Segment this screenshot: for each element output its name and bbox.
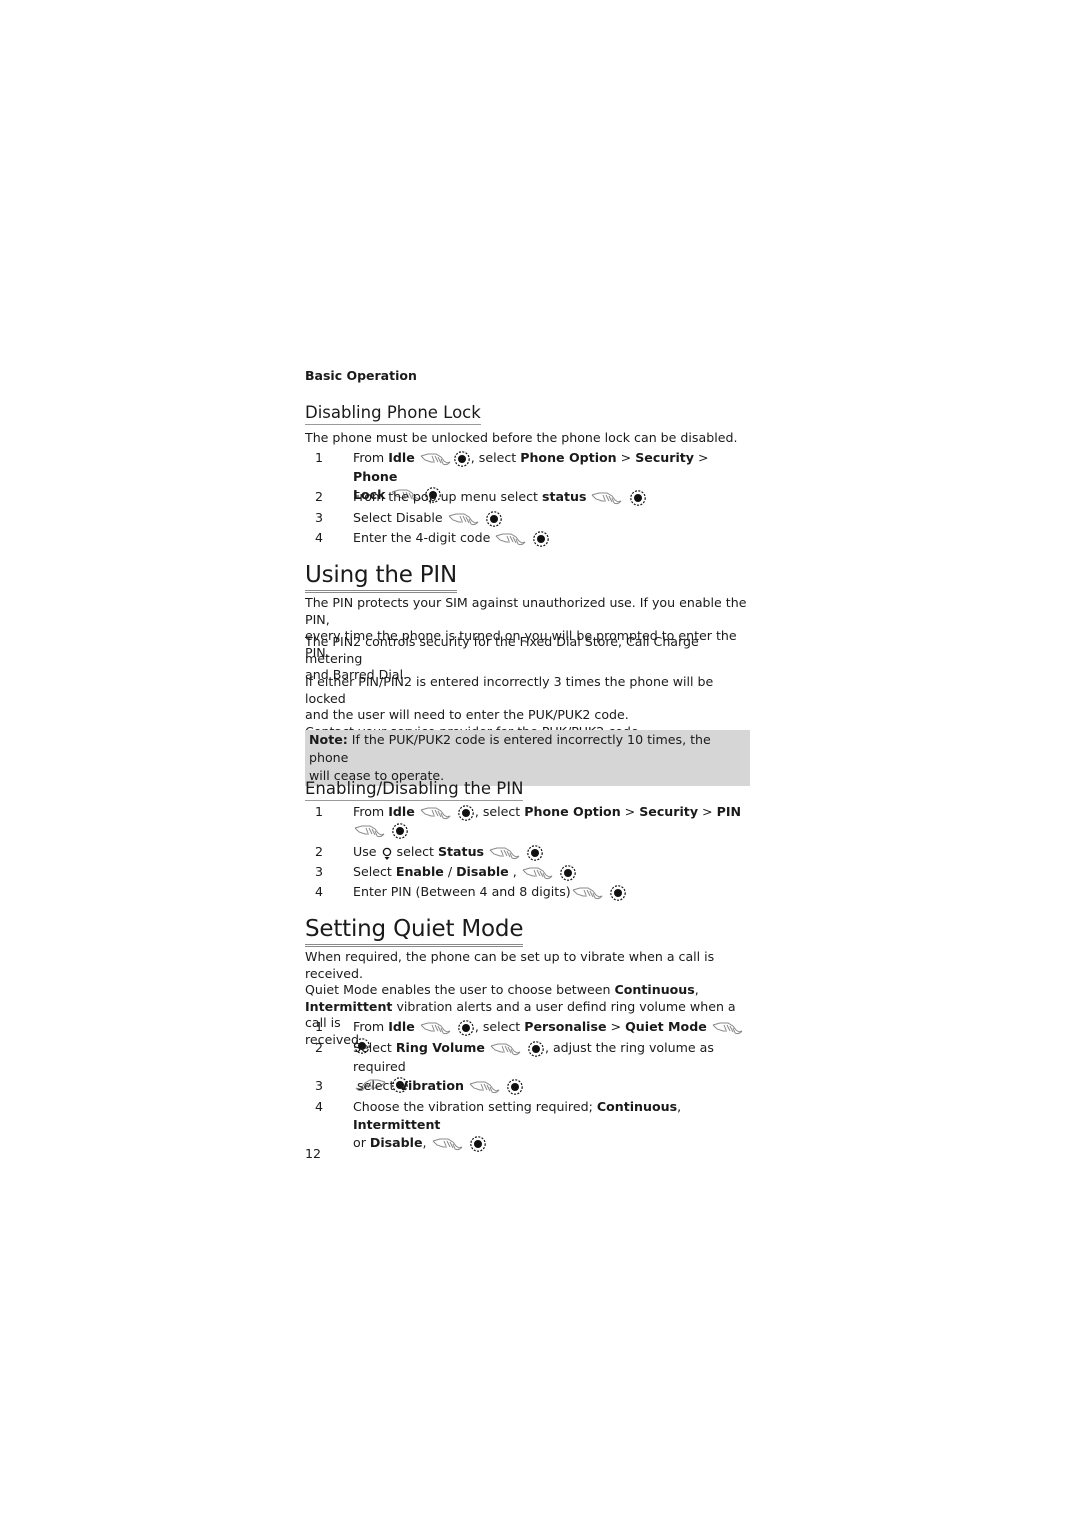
hand-press-icon [522, 867, 553, 879]
paragraph: The phone must be unlocked before the ph… [305, 430, 738, 445]
page-number: 12 [305, 1146, 322, 1161]
ok-key-icon [453, 450, 470, 467]
ok-key-icon [469, 1135, 486, 1152]
hand-press-icon [420, 1022, 451, 1034]
hand-press-icon [496, 533, 526, 545]
ok-key-icon [533, 530, 550, 547]
heading-text: Setting Quiet Mode [305, 915, 523, 947]
subheading-disabling-phone-lock: Disabling Phone Lock [305, 403, 481, 425]
hand-press-icon [572, 887, 603, 899]
ok-key-icon [392, 823, 408, 839]
note-box: Note: If the PUK/PUK2 code is entered in… [305, 730, 750, 786]
heading-text: Using the PIN [305, 561, 457, 593]
hand-press-icon [448, 513, 478, 525]
heading-setting-quiet-mode: Setting Quiet Mode [305, 915, 523, 947]
subheading-text: Disabling Phone Lock [305, 403, 481, 425]
ok-key-icon [559, 864, 576, 881]
ok-key-icon [485, 510, 502, 527]
hand-press-icon [592, 492, 622, 504]
hand-press-icon [420, 807, 451, 819]
ok-key-icon [528, 1040, 544, 1057]
section-label: Basic Operation [305, 368, 417, 383]
ok-key-icon [458, 1019, 474, 1036]
hand-press-icon [490, 1043, 521, 1055]
hand-press-icon [489, 847, 520, 859]
hand-press-icon [432, 1138, 462, 1150]
ok-key-icon [507, 1078, 523, 1095]
hand-press-icon [712, 1022, 743, 1034]
nav-down-icon [382, 847, 391, 860]
hand-press-icon [469, 1081, 500, 1093]
ok-key-icon [609, 884, 626, 901]
hand-press-icon [354, 825, 385, 838]
subheading-text: Enabling/Disabling the PIN [305, 779, 524, 801]
ok-key-icon [458, 804, 474, 821]
ok-key-icon [629, 489, 646, 506]
subheading-enabling-disabling-pin: Enabling/Disabling the PIN [305, 779, 524, 801]
note-label: Note: [309, 732, 348, 747]
heading-using-the-pin: Using the PIN [305, 561, 457, 593]
ok-key-icon [527, 844, 543, 861]
hand-press-icon [420, 453, 451, 465]
